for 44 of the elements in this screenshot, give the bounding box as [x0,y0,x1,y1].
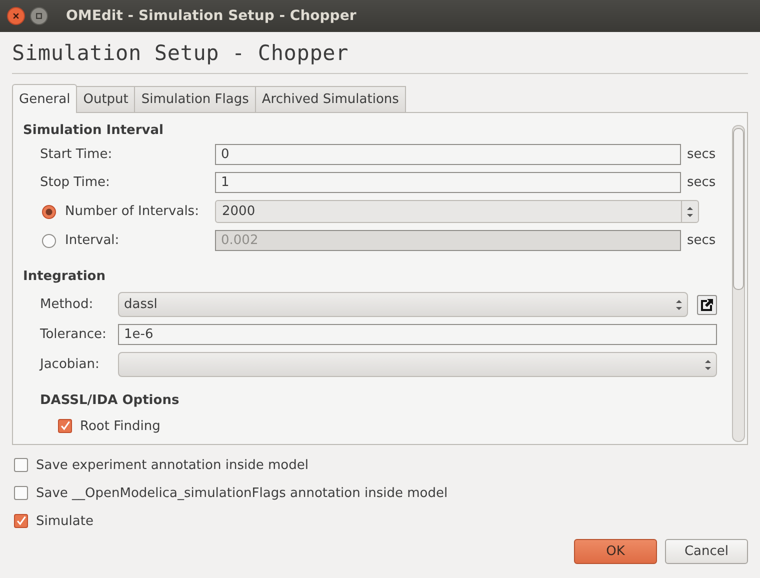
tab[interactable]: General [12,84,78,113]
up-down-arrows-icon [705,358,711,370]
input-field[interactable]: 0 [215,144,681,165]
input-field[interactable]: 1 [215,172,681,193]
close-button[interactable] [7,7,25,25]
square-icon [35,12,43,20]
checkbox-label: Save __OpenModelica_simulationFlags annotation inside model [36,486,448,500]
field-label: Jacobian: [40,357,100,372]
checkbox[interactable] [14,514,28,528]
checkbox[interactable] [58,419,72,433]
checkbox-label: Simulate [36,514,94,528]
unit-label: secs [686,175,717,190]
checkbox-label: Root Finding [80,418,160,434]
cancel-button[interactable]: Cancel [665,539,748,564]
ok-button[interactable]: OK [574,539,657,564]
section-title: Simulation Interval [23,123,164,138]
dropdown[interactable]: dassl [118,292,688,317]
field-label: Interval: [65,233,120,248]
close-icon [12,12,20,20]
up-down-arrows-icon [676,298,682,310]
window-title: OMEdit - Simulation Setup - Chopper [66,8,356,24]
unit-label: secs [686,233,717,248]
section-title: DASSL/IDA Options [40,393,180,408]
input-field[interactable]: 1e-6 [118,324,717,345]
scrollbar[interactable] [732,125,745,442]
field-label: Start Time: [40,147,112,162]
external-link-icon[interactable] [697,294,717,314]
spin-box[interactable]: 2000 [215,200,699,223]
unit-label: secs [686,147,717,162]
minimize-button[interactable] [30,7,48,25]
tab[interactable]: Output [76,86,136,112]
field-label: Method: [40,297,94,312]
field-label: Stop Time: [40,175,110,190]
section-title: Integration [23,269,106,284]
checkbox[interactable] [14,458,28,472]
tab[interactable]: Simulation Flags [134,86,256,112]
checkbox-label: Save experiment annotation inside model [36,458,308,472]
field-label: Tolerance: [40,327,108,342]
up-down-arrows-icon [687,206,693,218]
dialog-heading: Simulation Setup - Chopper [12,40,350,67]
radio-button[interactable] [42,204,56,218]
checkbox[interactable] [14,486,28,500]
tab[interactable]: Archived Simulations [254,86,406,112]
field-label: Number of Intervals: [65,204,199,219]
